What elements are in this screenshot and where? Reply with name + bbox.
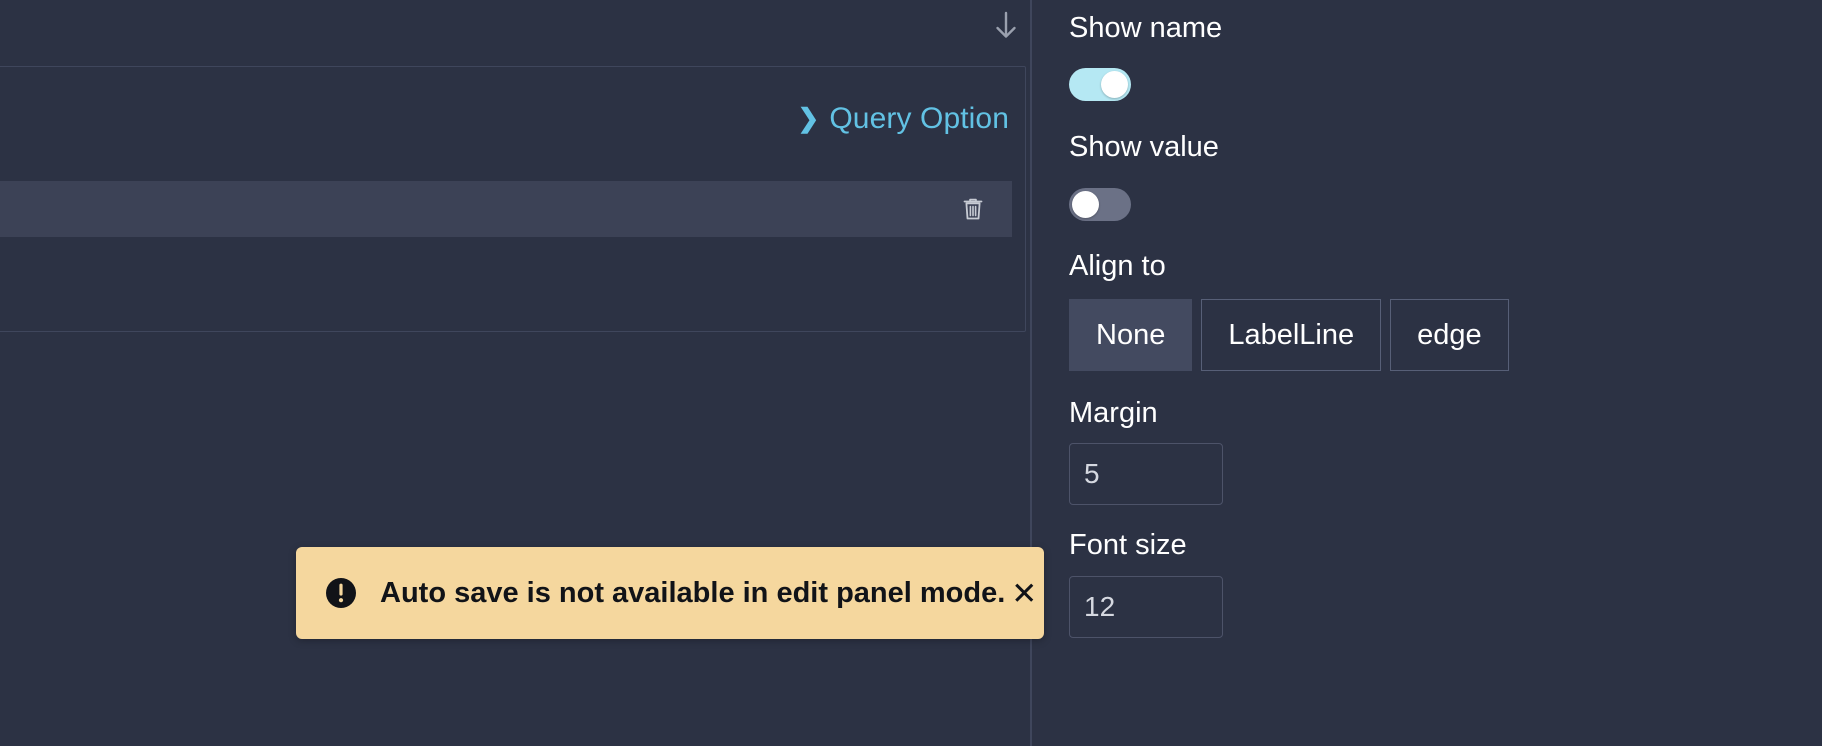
close-icon[interactable]: ✕ [1005, 574, 1043, 612]
margin-label: Margin [1069, 397, 1158, 429]
font-size-input[interactable] [1069, 576, 1223, 638]
align-to-label: Align to [1069, 250, 1166, 282]
show-name-label: Show name [1069, 12, 1223, 44]
show-value-label: Show value [1069, 131, 1219, 163]
app-root: ❯ Query Option Show name Show value Alig… [0, 0, 1822, 746]
margin-input[interactable] [1069, 443, 1223, 505]
query-option-toggle[interactable]: ❯ Query Option [797, 102, 1009, 136]
query-option-label: Query Option [829, 102, 1009, 135]
font-size-label: Font size [1069, 529, 1187, 561]
toast-message: Auto save is not available in edit panel… [380, 576, 1006, 609]
align-to-option-edge[interactable]: edge [1390, 299, 1509, 371]
align-to-option-none[interactable]: None [1069, 299, 1193, 371]
trash-icon[interactable] [958, 194, 988, 224]
query-row[interactable] [0, 181, 1012, 237]
toast-notification: Auto save is not available in edit panel… [296, 547, 1044, 639]
chevron-right-icon: ❯ [797, 103, 820, 133]
show-name-toggle[interactable] [1069, 68, 1131, 101]
toggle-knob [1072, 191, 1099, 218]
align-to-option-labelline[interactable]: LabelLine [1201, 299, 1382, 371]
query-option-row: ❯ Query Option [0, 67, 1025, 171]
editor-top-bar [0, 0, 1030, 64]
toggle-knob [1101, 71, 1128, 98]
arrow-down-icon[interactable] [988, 8, 1024, 44]
alert-circle-icon [324, 576, 358, 610]
align-to-button-group: None LabelLine edge [1069, 299, 1518, 371]
show-value-toggle[interactable] [1069, 188, 1131, 221]
query-editor-box: ❯ Query Option [0, 66, 1026, 332]
options-sidebar: Show name Show value Align to None Label… [1032, 0, 1822, 746]
